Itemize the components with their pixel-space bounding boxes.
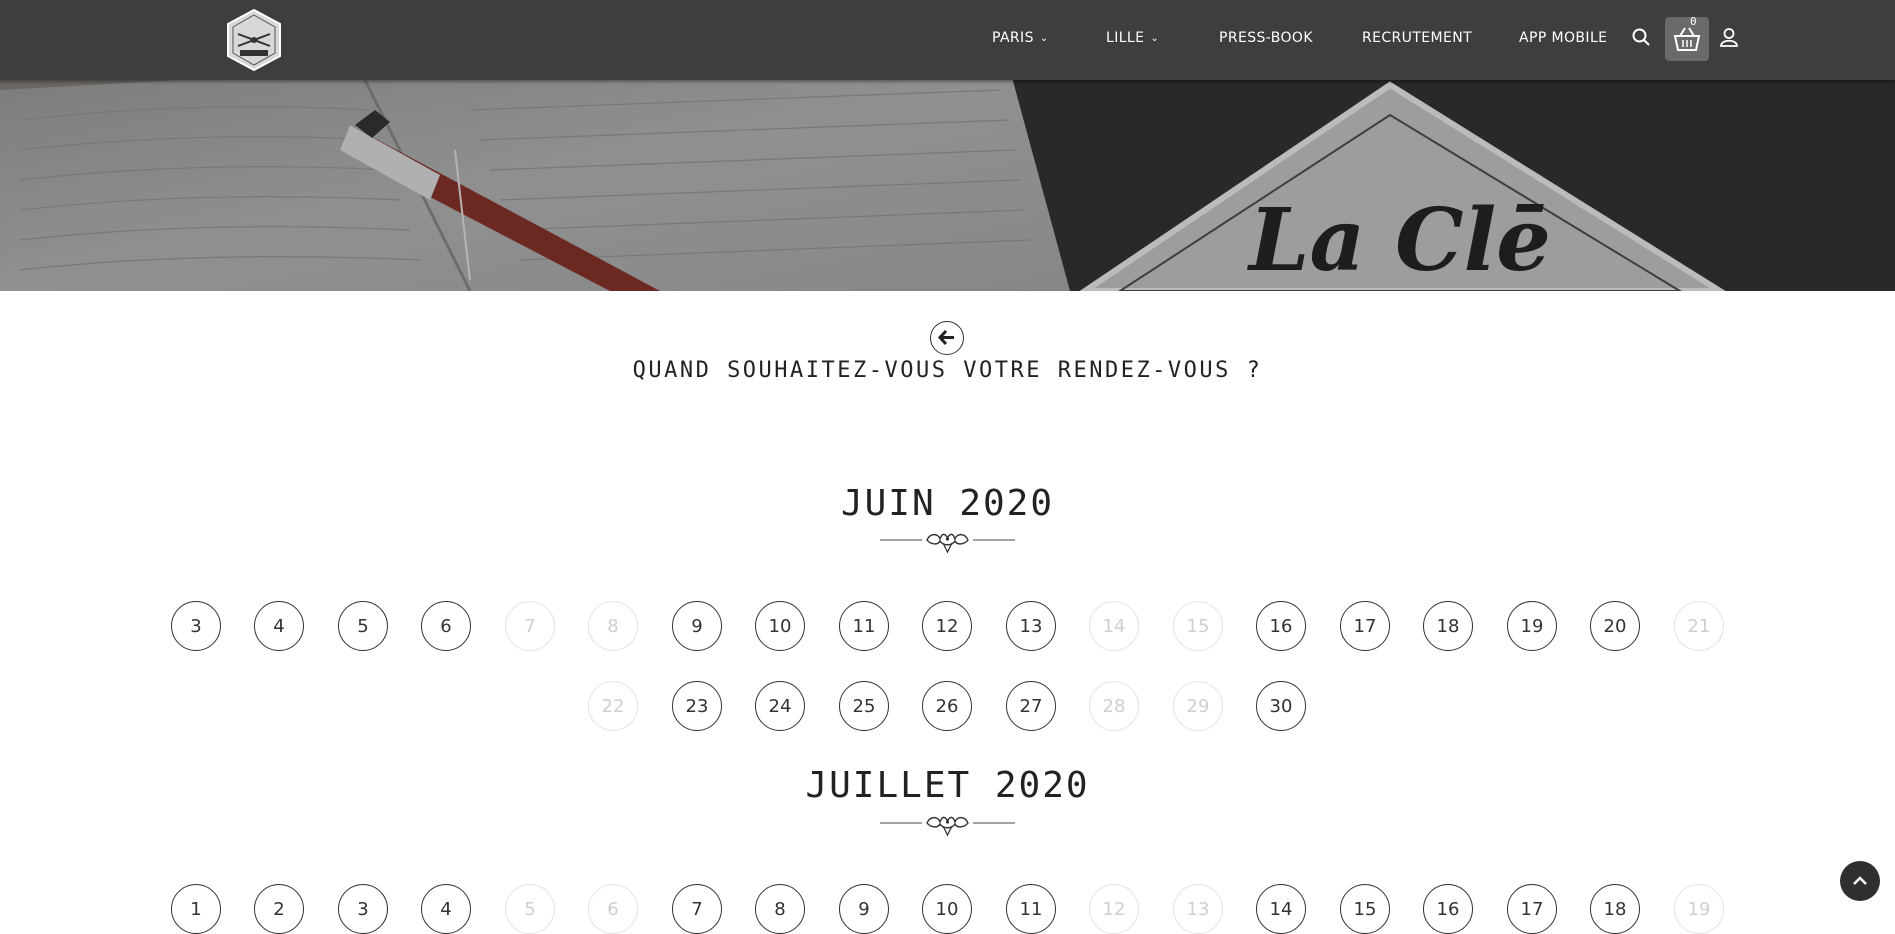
day-unavailable: 22 <box>588 681 638 731</box>
nav-paris-label: PARIS <box>992 30 1034 46</box>
day-button[interactable]: 5 <box>338 601 388 651</box>
day-button[interactable]: 3 <box>171 601 221 651</box>
day-button[interactable]: 10 <box>922 884 972 934</box>
day-button[interactable]: 25 <box>839 681 889 731</box>
search-icon[interactable] <box>1632 28 1650 50</box>
day-button[interactable]: 2 <box>254 884 304 934</box>
day-unavailable: 29 <box>1173 681 1223 731</box>
scroll-to-top-button[interactable] <box>1840 861 1880 901</box>
day-button[interactable]: 7 <box>672 884 722 934</box>
day-unavailable: 6 <box>588 884 638 934</box>
day-unavailable: 19 <box>1674 884 1724 934</box>
day-button[interactable]: 9 <box>672 601 722 651</box>
back-button[interactable] <box>930 321 964 355</box>
day-button[interactable]: 17 <box>1507 884 1557 934</box>
day-button[interactable]: 11 <box>839 601 889 651</box>
nav-lille[interactable]: LILLE ⌄ <box>1106 30 1159 46</box>
nav-paris[interactable]: PARIS ⌄ <box>992 30 1049 46</box>
appointment-question: QUAND SOUHAITEZ-VOUS VOTRE RENDEZ-VOUS ? <box>632 358 1263 383</box>
day-button[interactable]: 20 <box>1590 601 1640 651</box>
day-button[interactable]: 4 <box>421 884 471 934</box>
day-unavailable: 5 <box>505 884 555 934</box>
arrow-left-icon <box>937 329 954 346</box>
day-button[interactable]: 3 <box>338 884 388 934</box>
day-unavailable: 28 <box>1089 681 1139 731</box>
hero-banner: La Clē <box>0 80 1895 291</box>
day-unavailable: 15 <box>1173 601 1223 651</box>
day-unavailable: 12 <box>1089 884 1139 934</box>
nav-recrutement[interactable]: RECRUTEMENT <box>1362 30 1472 46</box>
day-button[interactable]: 30 <box>1256 681 1306 731</box>
day-button[interactable]: 6 <box>421 601 471 651</box>
day-button[interactable]: 16 <box>1256 601 1306 651</box>
day-button[interactable]: 27 <box>1006 681 1056 731</box>
ornament-divider-icon <box>880 533 1015 554</box>
day-button[interactable]: 11 <box>1006 884 1056 934</box>
chevron-up-icon <box>1853 876 1867 885</box>
day-unavailable: 14 <box>1089 601 1139 651</box>
day-button[interactable]: 24 <box>755 681 805 731</box>
day-button[interactable]: 18 <box>1590 884 1640 934</box>
day-button[interactable]: 23 <box>672 681 722 731</box>
day-button[interactable]: 10 <box>755 601 805 651</box>
site-header: PARIS ⌄ LILLE ⌄ PRESS-BOOK RECRUTEMENT APP… <box>0 0 1895 80</box>
day-button[interactable]: 9 <box>839 884 889 934</box>
day-button[interactable]: 4 <box>254 601 304 651</box>
nav-press-book[interactable]: PRESS-BOOK <box>1219 30 1313 46</box>
nav-app-mobile[interactable]: APP MOBILE <box>1519 30 1607 46</box>
nav-lille-label: LILLE <box>1106 30 1145 46</box>
chevron-down-icon: ⌄ <box>1039 33 1049 44</box>
day-button[interactable]: 12 <box>922 601 972 651</box>
day-unavailable: 21 <box>1674 601 1724 651</box>
chevron-down-icon: ⌄ <box>1150 33 1160 44</box>
user-icon[interactable] <box>1719 27 1739 51</box>
day-button[interactable]: 1 <box>171 884 221 934</box>
day-button[interactable]: 13 <box>1006 601 1056 651</box>
day-button[interactable]: 19 <box>1507 601 1557 651</box>
day-button[interactable]: 17 <box>1340 601 1390 651</box>
day-button[interactable]: 26 <box>922 681 972 731</box>
ornament-divider-icon <box>880 816 1015 837</box>
barber-logo-icon[interactable] <box>224 8 284 72</box>
day-button[interactable]: 14 <box>1256 884 1306 934</box>
day-button[interactable]: 16 <box>1423 884 1473 934</box>
cart-count-badge: 0 <box>1690 15 1697 28</box>
day-button[interactable]: 18 <box>1423 601 1473 651</box>
day-unavailable: 8 <box>588 601 638 651</box>
day-button[interactable]: 8 <box>755 884 805 934</box>
month-title-juillet: JUILLET 2020 <box>805 765 1090 806</box>
cart-button[interactable] <box>1665 17 1709 61</box>
basket-icon <box>1673 27 1701 51</box>
day-unavailable: 7 <box>505 601 555 651</box>
day-unavailable: 13 <box>1173 884 1223 934</box>
day-button[interactable]: 15 <box>1340 884 1390 934</box>
month-title-juin: JUIN 2020 <box>840 483 1055 524</box>
